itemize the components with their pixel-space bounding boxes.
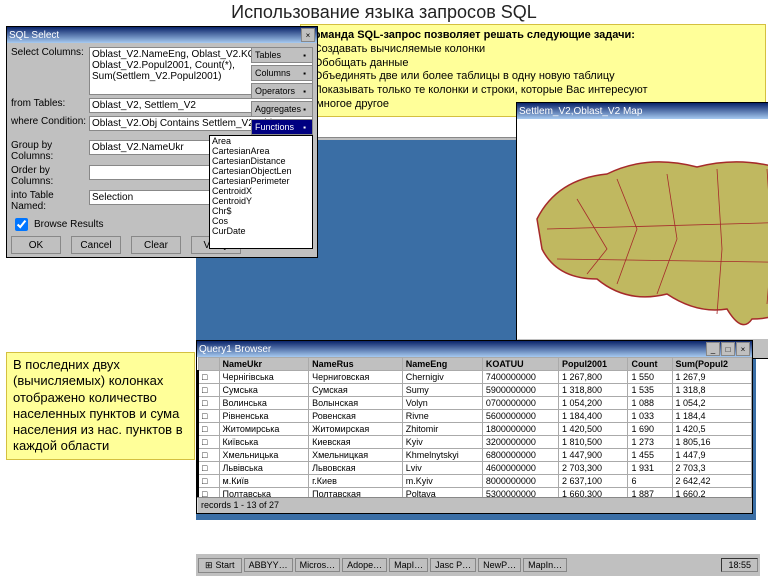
sql-dialog-titlebar[interactable]: SQL Select × [7, 27, 317, 43]
taskbar-clock: 18:55 [721, 558, 758, 572]
table-row[interactable]: □ПолтавськаПолтавскаяPoltava53000000001 … [198, 488, 752, 498]
operators-picker[interactable]: Operators▪ [251, 83, 313, 99]
browse-results-checkbox[interactable] [15, 218, 28, 231]
browser-window[interactable]: Query1 Browser _ □ × NameUkrNameRusNameE… [196, 340, 753, 514]
taskbar-item[interactable]: Adope… [342, 558, 387, 572]
column-header[interactable]: Count [628, 358, 672, 371]
column-header[interactable]: Popul2001 [559, 358, 628, 371]
taskbar-item[interactable]: Jasc P… [430, 558, 476, 572]
browser-status: records 1 - 13 of 27 [197, 497, 752, 512]
map-canvas[interactable] [517, 119, 768, 339]
table-row[interactable]: □КиївськаКиевскаяKyiv32000000001 810,500… [198, 436, 752, 449]
taskbar-item[interactable]: ABBYY… [244, 558, 293, 572]
ok-button[interactable]: OK [11, 236, 61, 254]
function-option[interactable]: CartesianObjectLen [210, 166, 312, 176]
minimize-icon[interactable]: _ [706, 342, 720, 356]
table-row[interactable]: □ЛьвівськаЛьвовскаяLviv46000000002 703,3… [198, 462, 752, 475]
browser-titlebar[interactable]: Query1 Browser _ □ × [197, 341, 752, 357]
function-option[interactable]: Area [210, 136, 312, 146]
slide-title: Использование языка запросов SQL [0, 2, 768, 23]
function-option[interactable]: CartesianPerimeter [210, 176, 312, 186]
sql-select-dialog[interactable]: SQL Select × Select Columns: from Tables… [6, 26, 318, 258]
map-window[interactable]: Settlem_V2,Oblast_V2 Map _ □ × [516, 102, 768, 359]
functions-picker[interactable]: Functions▪ [251, 119, 313, 135]
table-row[interactable]: □ЖитомирськаЖитомирскаяZhitomir180000000… [198, 423, 752, 436]
table-row[interactable]: □СумськаСумскаяSumy59000000001 318,8001 … [198, 384, 752, 397]
column-header[interactable]: KOATUU [482, 358, 558, 371]
close-icon[interactable]: × [736, 342, 750, 356]
cancel-button[interactable]: Cancel [71, 236, 121, 254]
table-row[interactable]: □м.Київг.Киевm.Kyiv80000000002 637,10062… [198, 475, 752, 488]
map-window-titlebar[interactable]: Settlem_V2,Oblast_V2 Map _ □ × [517, 103, 768, 119]
function-option[interactable]: CartesianArea [210, 146, 312, 156]
note-computed-columns: В последних двух (вычисляемых) колонках … [6, 352, 195, 460]
windows-icon: ⊞ [205, 560, 213, 571]
function-option[interactable]: CentroidX [210, 186, 312, 196]
function-option[interactable]: Chr$ [210, 206, 312, 216]
table-row[interactable]: □ЧернігівськаЧерниговскаяChernigiv740000… [198, 371, 752, 384]
column-header[interactable]: NameUkr [219, 358, 309, 371]
columns-picker[interactable]: Columns▪ [251, 65, 313, 81]
windows-taskbar[interactable]: ⊞Start ABBYY…Micros…Adope…MapI…Jasc P…Ne… [196, 553, 760, 576]
function-option[interactable]: Cos [210, 216, 312, 226]
close-icon[interactable]: × [301, 28, 315, 42]
column-header[interactable]: Sum(Popul2 [672, 358, 752, 371]
functions-dropdown[interactable]: AreaCartesianAreaCartesianDistanceCartes… [209, 135, 313, 249]
taskbar-item[interactable]: Micros… [295, 558, 341, 572]
maximize-icon[interactable]: □ [721, 342, 735, 356]
column-header[interactable]: NameRus [309, 358, 403, 371]
start-button[interactable]: ⊞Start [198, 558, 242, 573]
function-option[interactable]: CentroidY [210, 196, 312, 206]
taskbar-item[interactable]: MapIn… [523, 558, 567, 572]
table-row[interactable]: □ВолинськаВолынскаяVolyn07000000001 054,… [198, 397, 752, 410]
browser-grid[interactable]: NameUkrNameRusNameEngKOATUUPopul2001Coun… [197, 357, 752, 497]
clear-button[interactable]: Clear [131, 236, 181, 254]
taskbar-item[interactable]: NewP… [478, 558, 521, 572]
column-header[interactable]: NameEng [402, 358, 482, 371]
aggregates-picker[interactable]: Aggregates▪ [251, 101, 313, 117]
tables-picker[interactable]: Tables▪ [251, 47, 313, 63]
function-option[interactable]: CurDate [210, 226, 312, 236]
function-option[interactable]: CartesianDistance [210, 156, 312, 166]
taskbar-item[interactable]: MapI… [389, 558, 428, 572]
table-row[interactable]: □РівненськаРовенскаяRivne56000000001 184… [198, 410, 752, 423]
table-row[interactable]: □ХмельницькаХмельницкаяKhmelnytskyi68000… [198, 449, 752, 462]
